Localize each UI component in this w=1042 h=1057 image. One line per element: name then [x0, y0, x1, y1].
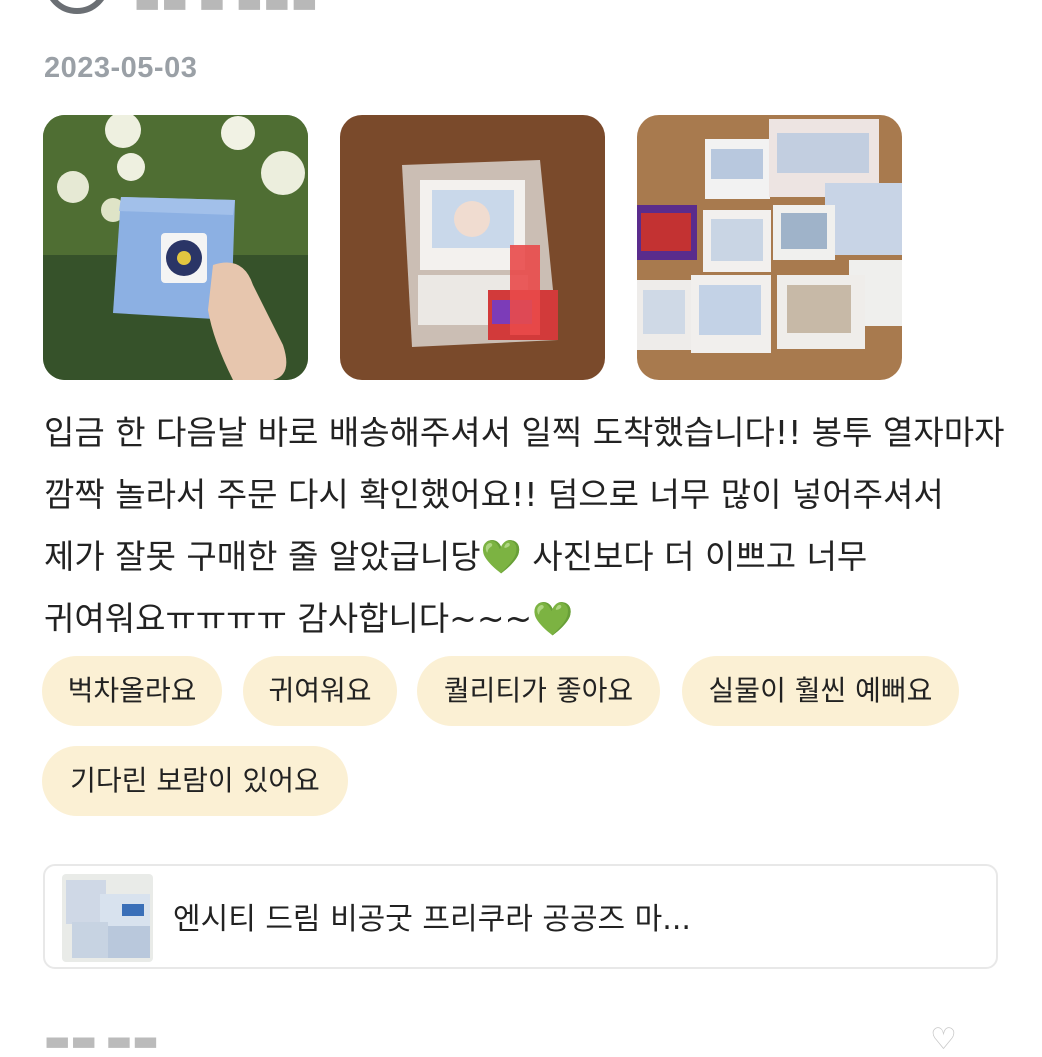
review-photo-2[interactable]: [340, 115, 605, 380]
like-icon[interactable]: ♡: [930, 1022, 957, 1057]
review-text: 입금 한 다음날 바로 배송해주셔서 일찍 도착했습니다!! 봉투 열자마자 깜…: [44, 413, 1005, 638]
tag-chip: 벅차올라요: [42, 656, 222, 726]
product-thumbnail: [62, 874, 153, 962]
reviewer-name-cutoff: ▬▬ ▬ ▬▬▬: [134, 0, 319, 19]
review-date: 2023-05-03: [44, 52, 198, 84]
tag-chip: 실물이 훨씬 예뻐요: [682, 656, 959, 726]
product-title: 엔시티 드림 비공굿 프리쿠라 공공즈 마...: [173, 902, 691, 937]
next-section-cutoff: ▬▬ ▬▬: [44, 1024, 159, 1057]
product-link-card[interactable]: 엔시티 드림 비공굿 프리쿠라 공공즈 마...: [43, 864, 998, 969]
review-photo-1[interactable]: [43, 115, 308, 380]
tag-chip: 귀여워요: [243, 656, 397, 726]
seller-avatar[interactable]: [44, 0, 110, 14]
tag-chip: 기다린 보람이 있어요: [42, 746, 348, 816]
tag-chip: 퀄리티가 좋아요: [417, 656, 660, 726]
review-photo-3[interactable]: [637, 115, 902, 380]
